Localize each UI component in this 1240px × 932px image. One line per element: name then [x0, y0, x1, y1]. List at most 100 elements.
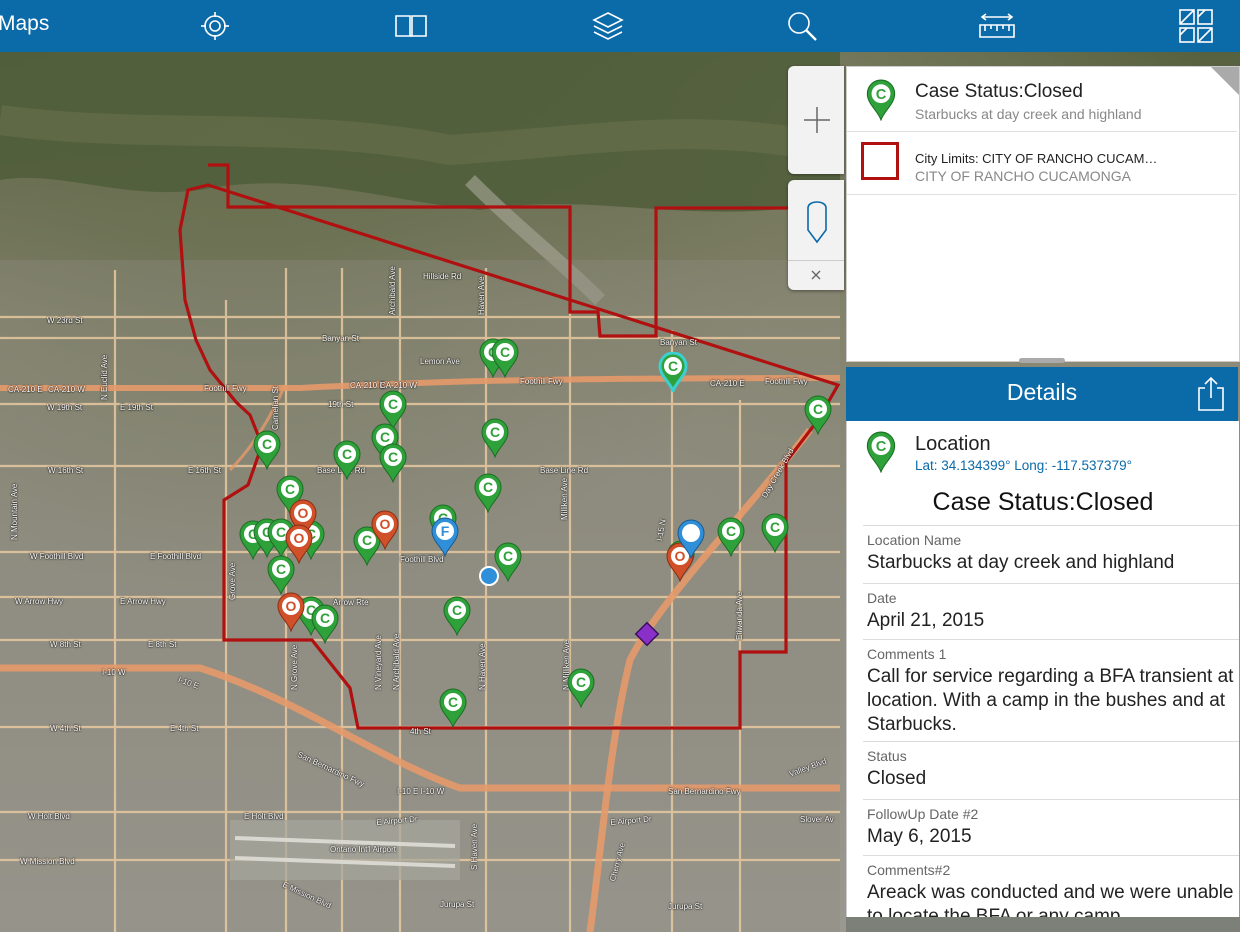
street-label: N Haven Ave [478, 643, 487, 690]
attribute-field: Location Name Starbucks at day creek and … [863, 525, 1239, 575]
pin-tool-button[interactable] [788, 180, 844, 260]
street-label: Hillside Rd [423, 272, 462, 281]
case-closed-marker[interactable]: C [658, 352, 688, 392]
svg-text:O: O [286, 598, 297, 614]
street-label: 4th St [410, 727, 431, 736]
street-label: Banyan St [660, 338, 697, 347]
case-followup-marker[interactable]: F [430, 517, 460, 557]
field-label: Status [867, 748, 907, 764]
share-icon[interactable] [1196, 376, 1226, 412]
case-closed-marker[interactable]: C [493, 542, 523, 582]
basemap-gallery-icon[interactable] [1176, 6, 1216, 46]
search-icon[interactable] [782, 6, 822, 46]
street-label: N Euclid Ave [100, 354, 109, 400]
resize-handle[interactable] [1019, 358, 1065, 363]
svg-text:C: C [576, 674, 586, 690]
case-closed-marker[interactable]: C [760, 513, 790, 553]
attribute-field: Comments#2 Areack was conducted and we we… [863, 855, 1239, 917]
case-closed-marker[interactable]: C [378, 443, 408, 483]
attribute-field: Date April 21, 2015 [863, 583, 1239, 633]
attribute-field: Comments 1 Call for service regarding a B… [863, 639, 1239, 737]
case-closed-marker[interactable]: C [716, 517, 746, 557]
case-open-marker[interactable]: O [276, 592, 306, 632]
case-closed-marker[interactable]: C [566, 668, 596, 708]
case-open-marker[interactable]: O [284, 524, 314, 564]
svg-text:C: C [388, 449, 398, 465]
case-followup-marker[interactable] [676, 519, 706, 559]
street-label: Foothill Fwy [204, 384, 247, 393]
measure-icon[interactable] [977, 6, 1017, 46]
map-controls [788, 66, 844, 290]
plus-icon [804, 107, 830, 133]
street-label: W Holt Blvd [28, 812, 70, 821]
street-label: E Holt Blvd [244, 812, 284, 821]
svg-text:C: C [388, 396, 398, 412]
svg-text:O: O [380, 516, 391, 532]
svg-text:O: O [298, 505, 309, 521]
svg-text:C: C [452, 602, 462, 618]
polygon-icon [861, 142, 899, 180]
location-coordinates[interactable]: Lat: 34.134399° Long: -117.537379° [915, 458, 1132, 473]
result-item-case[interactable]: C Case Status:Closed Starbucks at day cr… [847, 67, 1237, 132]
case-closed-marker[interactable]: C [490, 338, 520, 378]
field-label: Comments 1 [867, 646, 947, 662]
details-title: Details [1006, 379, 1078, 405]
street-label: N Grove Ave [290, 644, 299, 690]
location-marker-icon: C [866, 431, 896, 473]
bookmarks-icon[interactable] [391, 6, 431, 46]
svg-text:C: C [770, 519, 780, 535]
street-label: Base Line Rd [540, 466, 589, 475]
details-panel[interactable]: C Location Lat: 34.134399° Long: -117.53… [846, 421, 1239, 917]
street-label: E Foothill Blvd [150, 552, 202, 561]
case-closed-marker[interactable]: C [310, 604, 340, 644]
svg-text:C: C [490, 424, 500, 440]
case-closed-marker[interactable]: C [473, 473, 503, 513]
top-toolbar: Maps [0, 0, 1240, 52]
field-label: Location Name [867, 532, 962, 548]
field-value: Areack was conducted and we were unable … [867, 882, 1234, 917]
street-label: Ontario Int'l Airport [330, 845, 396, 854]
result-item-city-limits[interactable]: City Limits: CITY OF RANCHO CUCAM… CITY … [847, 132, 1237, 195]
svg-text:C: C [726, 523, 736, 539]
street-label: E 8th St [148, 640, 177, 649]
street-label: CA-210 W [380, 381, 417, 390]
case-open-marker[interactable]: O [370, 510, 400, 550]
field-value: Starbucks at day creek and highland [867, 552, 1175, 573]
street-label: E 4th St [170, 724, 199, 733]
app-title[interactable]: Maps [0, 12, 49, 36]
feature-title: Case Status:Closed [932, 488, 1154, 516]
svg-text:F: F [441, 523, 450, 539]
case-closed-marker[interactable]: C [442, 596, 472, 636]
street-label: W 8th St [50, 640, 81, 649]
case-closed-marker[interactable]: C [438, 688, 468, 728]
street-label: S Haven Ave [470, 823, 479, 870]
case-closed-marker[interactable]: C [480, 418, 510, 458]
case-closed-marker[interactable]: C [803, 395, 833, 435]
street-label: Jurupa St [440, 900, 475, 909]
street-label: CA-210 W [48, 385, 85, 394]
street-label: W 19th St [47, 403, 83, 412]
layers-icon[interactable] [588, 6, 628, 46]
close-pin-button[interactable] [788, 262, 844, 288]
street-label: I-10 E I-10 W [397, 787, 445, 796]
street-label: Etiwanda Ave [735, 591, 744, 640]
street-label: Foothill Fwy [765, 377, 808, 386]
street-label: Archibald Ave [388, 266, 397, 315]
zoom-in-button[interactable] [788, 66, 844, 174]
street-label: N Archibald Ave [392, 633, 401, 690]
svg-text:O: O [294, 530, 305, 546]
field-label: Comments#2 [867, 862, 951, 878]
street-label: Lemon Ave [420, 357, 460, 366]
street-label: Carnelian St [271, 385, 280, 430]
case-closed-marker[interactable]: C [332, 440, 362, 480]
case-closed-marker[interactable]: C [252, 430, 282, 470]
field-value: April 21, 2015 [867, 610, 985, 631]
street-label: W Mission Blvd [20, 857, 75, 866]
street-label: Haven Ave [477, 276, 486, 315]
street-label: E Arrow Hwy [120, 597, 166, 606]
case-closed-marker-icon: C [866, 79, 896, 121]
locate-icon[interactable] [195, 6, 235, 46]
street-label: W Arrow Hwy [15, 597, 63, 606]
svg-text:C: C [876, 87, 887, 103]
street-label: N Vineyard Ave [374, 635, 383, 690]
